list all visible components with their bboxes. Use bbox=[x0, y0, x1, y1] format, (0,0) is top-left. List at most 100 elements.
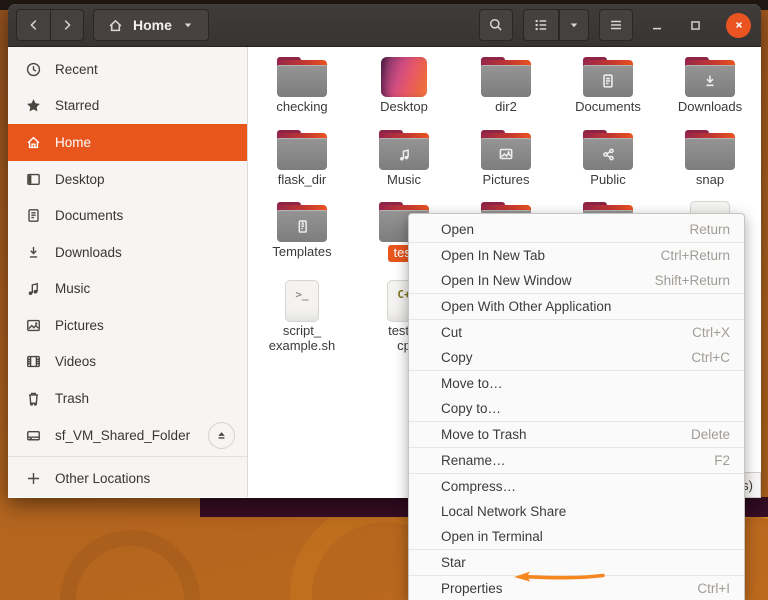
menu-item-copy[interactable]: Copy Ctrl+C bbox=[409, 345, 744, 370]
titlebar[interactable]: Home bbox=[8, 4, 761, 47]
sidebar-item-documents[interactable]: Documents bbox=[8, 197, 247, 234]
path-label: Home bbox=[133, 17, 172, 33]
item-label: dir2 bbox=[495, 99, 517, 114]
minimize-button[interactable] bbox=[649, 17, 665, 33]
hamburger-icon bbox=[611, 20, 621, 30]
sidebar-separator bbox=[8, 456, 247, 458]
sidebar-item-label: Downloads bbox=[55, 244, 122, 260]
document-icon bbox=[28, 209, 39, 223]
sidebar-item-downloads[interactable]: Downloads bbox=[8, 234, 247, 271]
shortcut: Return bbox=[689, 222, 730, 237]
menu-item-open-in-new-window[interactable]: Open In New Window Shift+Return bbox=[409, 268, 744, 293]
eject-button[interactable] bbox=[208, 421, 235, 449]
desktop-icon bbox=[27, 173, 40, 185]
template-emblem-icon bbox=[298, 219, 307, 233]
folder-item[interactable]: Desktop bbox=[353, 55, 455, 128]
sidebar-item-label: Music bbox=[55, 281, 91, 297]
menu-item-open-in-terminal[interactable]: Open in Terminal bbox=[409, 524, 744, 549]
item-label: script_ example.sh bbox=[268, 323, 336, 353]
item-label: flask_dir bbox=[277, 172, 327, 187]
forward-button[interactable] bbox=[50, 9, 84, 41]
folder-item[interactable]: checking bbox=[251, 55, 353, 128]
photo-emblem-icon bbox=[499, 148, 513, 160]
folder-item[interactable]: Pictures bbox=[455, 128, 557, 200]
folder-icon bbox=[583, 130, 633, 170]
folder-icon bbox=[277, 130, 327, 170]
sidebar-item-trash[interactable]: Trash bbox=[8, 380, 247, 417]
menu-item-open-with-other-application[interactable]: Open With Other Application bbox=[409, 294, 744, 319]
sidebar-item-label: Home bbox=[55, 134, 92, 150]
shortcut: Shift+Return bbox=[654, 273, 730, 288]
folder-icon bbox=[481, 130, 531, 170]
folder-item[interactable]: Documents bbox=[557, 55, 659, 128]
sidebar-item-videos[interactable]: Videos bbox=[8, 344, 247, 381]
shortcut: F2 bbox=[714, 453, 730, 468]
list-view-icon bbox=[535, 20, 547, 31]
menu-item-move-to[interactable]: Move to… bbox=[409, 371, 744, 396]
maximize-button[interactable] bbox=[688, 18, 703, 33]
script-file-icon: >_ bbox=[285, 280, 319, 322]
shortcut: Ctrl+Return bbox=[660, 248, 730, 263]
folder-icon bbox=[277, 57, 327, 97]
item-label: Public bbox=[590, 172, 626, 187]
menu-item-cut[interactable]: Cut Ctrl+X bbox=[409, 320, 744, 345]
sidebar-item-label: Trash bbox=[55, 390, 90, 406]
sidebar-item-other-locations[interactable]: Other Locations bbox=[8, 460, 247, 497]
sidebar-item-starred[interactable]: Starred bbox=[8, 88, 247, 125]
folder-item[interactable]: Public bbox=[557, 128, 659, 200]
sidebar-item-home[interactable]: Home bbox=[8, 124, 247, 161]
folder-item[interactable]: Templates bbox=[251, 200, 353, 279]
folder-item[interactable]: Music bbox=[353, 128, 455, 200]
plus-icon bbox=[27, 473, 40, 485]
menu-item-compress[interactable]: Compress… bbox=[409, 474, 744, 499]
sidebar-item-label: Starred bbox=[55, 98, 100, 114]
sidebar-item-music[interactable]: Music bbox=[8, 270, 247, 307]
chevron-down-icon bbox=[184, 23, 192, 28]
music-note-icon bbox=[28, 283, 38, 296]
menu-item-copy-to[interactable]: Copy to… bbox=[409, 396, 744, 421]
sidebar-item-label: Other Locations bbox=[55, 471, 151, 487]
file-item[interactable]: >_ script_ example.sh bbox=[251, 279, 353, 374]
menu-item-open[interactable]: Open Return bbox=[409, 217, 744, 242]
search-button[interactable] bbox=[479, 9, 513, 41]
item-label: Pictures bbox=[482, 172, 530, 187]
folder-item[interactable]: dir2 bbox=[455, 55, 557, 128]
view-options-button[interactable] bbox=[559, 9, 589, 41]
menu-item-open-in-new-tab[interactable]: Open In New Tab Ctrl+Return bbox=[409, 243, 744, 268]
list-view-button[interactable] bbox=[523, 9, 559, 41]
folder-icon bbox=[685, 57, 735, 97]
folder-icon bbox=[481, 57, 531, 97]
picture-icon bbox=[27, 319, 40, 331]
folder-item[interactable]: Downloads bbox=[659, 55, 761, 128]
trash-icon bbox=[29, 392, 38, 406]
search-icon bbox=[489, 18, 502, 31]
item-label: Desktop bbox=[380, 99, 428, 114]
window-controls bbox=[649, 12, 751, 38]
video-icon bbox=[27, 356, 40, 368]
menu-item-local-network-share[interactable]: Local Network Share bbox=[409, 499, 744, 524]
sidebar-item-recent[interactable]: Recent bbox=[8, 51, 247, 88]
menu-item-move-to-trash[interactable]: Move to Trash Delete bbox=[409, 422, 744, 447]
sidebar-item-label: Documents bbox=[55, 208, 124, 224]
folder-item[interactable]: flask_dir bbox=[251, 128, 353, 200]
sidebar-item-desktop[interactable]: Desktop bbox=[8, 161, 247, 198]
home-icon bbox=[109, 19, 122, 31]
shortcut: Ctrl+I bbox=[697, 581, 730, 596]
chevron-down-icon bbox=[570, 23, 578, 28]
back-button[interactable] bbox=[16, 9, 50, 41]
close-button[interactable] bbox=[726, 12, 751, 38]
item-label: Documents bbox=[575, 99, 641, 114]
sidebar-item-shared-folder[interactable]: sf_VM_Shared_Folder bbox=[8, 417, 247, 454]
hamburger-menu-button[interactable] bbox=[599, 9, 633, 41]
context-menu: Open Return Open In New Tab Ctrl+Return Op… bbox=[408, 213, 745, 600]
path-bar-home-button[interactable]: Home bbox=[93, 9, 209, 41]
item-label: checking bbox=[276, 99, 328, 114]
music-emblem-icon bbox=[399, 148, 409, 161]
item-label: Music bbox=[387, 172, 421, 187]
sidebar-item-pictures[interactable]: Pictures bbox=[8, 307, 247, 344]
download-emblem-icon bbox=[706, 75, 714, 87]
sidebar: Recent Starred Home Desktop Documents Do… bbox=[8, 47, 248, 497]
folder-item[interactable]: snap bbox=[659, 128, 761, 200]
menu-item-rename[interactable]: Rename… F2 bbox=[409, 448, 744, 473]
drive-icon bbox=[27, 430, 40, 441]
